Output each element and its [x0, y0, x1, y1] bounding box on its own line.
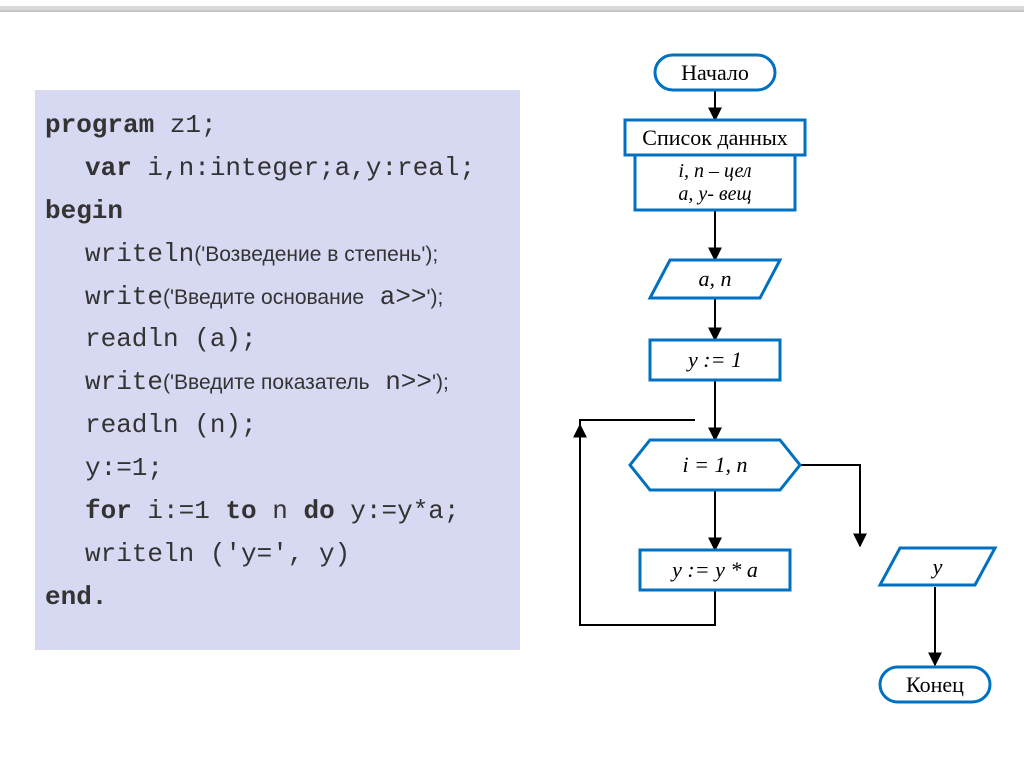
node-end-label: Конец — [880, 667, 990, 702]
code-line-2: var i,n:integer;a,y:real; — [45, 147, 510, 190]
code-line-4: writeln('Возведение в степень'); — [45, 233, 510, 276]
node-assign1-label: y := 1 — [650, 340, 780, 380]
code-line-3: begin — [45, 190, 510, 233]
kw-for: for — [85, 496, 132, 526]
code-line-9: y:=1; — [45, 447, 510, 490]
node-start-label: Начало — [655, 55, 775, 90]
slide-border-accent — [0, 10, 1024, 12]
node-loop-label: i = 1, n — [630, 440, 800, 490]
code-line-5: write('Введите основание a>>'); — [45, 276, 510, 319]
node-input-label: a, n — [650, 260, 780, 298]
code-line-8: readln (n); — [45, 404, 510, 447]
node-output-label: y — [880, 548, 995, 585]
kw-var: var — [85, 153, 132, 183]
code-line-7: write('Введите показатель n>>'); — [45, 361, 510, 404]
code-line-11: writeln ('y=', y) — [45, 533, 510, 576]
code-line-10: for i:=1 to n do y:=y*a; — [45, 490, 510, 533]
node-body-label: y := y * a — [640, 550, 790, 590]
code-line-1: program z1; — [45, 104, 510, 147]
node-datalist-title-label: Список данных — [625, 120, 805, 155]
code-panel: program z1; var i,n:integer;a,y:real; be… — [35, 90, 520, 650]
node-datalist-body-label: i, n – цел a, y- вещ — [635, 155, 795, 210]
kw-to: to — [225, 496, 256, 526]
kw-do: do — [303, 496, 334, 526]
kw-program: program — [45, 110, 154, 140]
code-line-6: readln (a); — [45, 318, 510, 361]
flowchart: Начало Список данных i, n – цел a, y- ве… — [540, 45, 1020, 755]
code-line-12: end. — [45, 576, 510, 619]
